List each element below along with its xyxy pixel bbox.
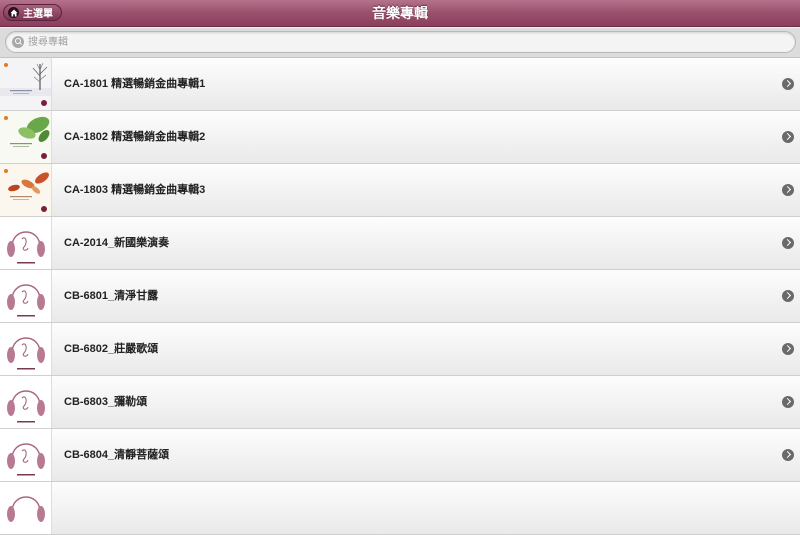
album-row[interactable]: CB-6802_莊嚴歌頌 bbox=[0, 323, 800, 376]
album-row[interactable]: CA-1803 精選暢銷金曲專輯3 bbox=[0, 164, 800, 217]
chevron-right-icon[interactable] bbox=[782, 290, 794, 302]
top-bar: 音樂專輯 主選單 bbox=[0, 0, 800, 27]
album-title: CB-6801_清淨甘露 bbox=[64, 290, 159, 302]
chevron-right-icon[interactable] bbox=[782, 396, 794, 408]
search-input[interactable] bbox=[28, 33, 788, 51]
chevron-right-icon[interactable] bbox=[782, 131, 794, 143]
album-title: CA-1802 精選暢銷金曲專輯2 bbox=[64, 131, 206, 143]
chevron-right-icon[interactable] bbox=[782, 237, 794, 249]
home-icon bbox=[8, 7, 19, 18]
album-title: CA-1803 精選暢銷金曲專輯3 bbox=[64, 184, 206, 196]
chevron-right-icon[interactable] bbox=[782, 343, 794, 355]
search-box[interactable] bbox=[5, 31, 796, 53]
album-title: CB-6802_莊嚴歌頌 bbox=[64, 343, 159, 355]
album-cover bbox=[0, 58, 52, 110]
album-title: CA-2014_新國樂演奏 bbox=[64, 237, 170, 249]
search-icon bbox=[12, 36, 24, 48]
album-title: CB-6804_清靜菩薩頌 bbox=[64, 449, 170, 461]
album-cover bbox=[0, 376, 52, 428]
album-row[interactable]: CA-2014_新國樂演奏 bbox=[0, 217, 800, 270]
chevron-right-icon[interactable] bbox=[782, 449, 794, 461]
album-cover bbox=[0, 270, 52, 322]
page-title: 音樂專輯 bbox=[372, 5, 428, 21]
chevron-right-icon[interactable] bbox=[782, 78, 794, 90]
album-row[interactable]: CB-6801_清淨甘露 bbox=[0, 270, 800, 323]
album-row[interactable]: CA-1801 精選暢銷金曲專輯1 bbox=[0, 58, 800, 111]
album-title: CA-1801 精選暢銷金曲專輯1 bbox=[64, 78, 206, 90]
search-bar bbox=[0, 28, 800, 58]
album-row[interactable]: CB-6803_彌勒頌 bbox=[0, 376, 800, 429]
album-row[interactable]: CA-1802 精選暢銷金曲專輯2 bbox=[0, 111, 800, 164]
album-row[interactable]: CB-6804_清靜菩薩頌 bbox=[0, 429, 800, 482]
chevron-right-icon[interactable] bbox=[782, 184, 794, 196]
album-cover bbox=[0, 482, 52, 534]
album-cover bbox=[0, 111, 52, 163]
album-title: CB-6803_彌勒頌 bbox=[64, 396, 148, 408]
album-cover bbox=[0, 164, 52, 216]
album-cover bbox=[0, 217, 52, 269]
home-button[interactable]: 主選單 bbox=[3, 4, 62, 21]
album-row[interactable] bbox=[0, 482, 800, 535]
home-button-label: 主選單 bbox=[23, 9, 53, 20]
album-cover bbox=[0, 429, 52, 481]
album-cover bbox=[0, 323, 52, 375]
